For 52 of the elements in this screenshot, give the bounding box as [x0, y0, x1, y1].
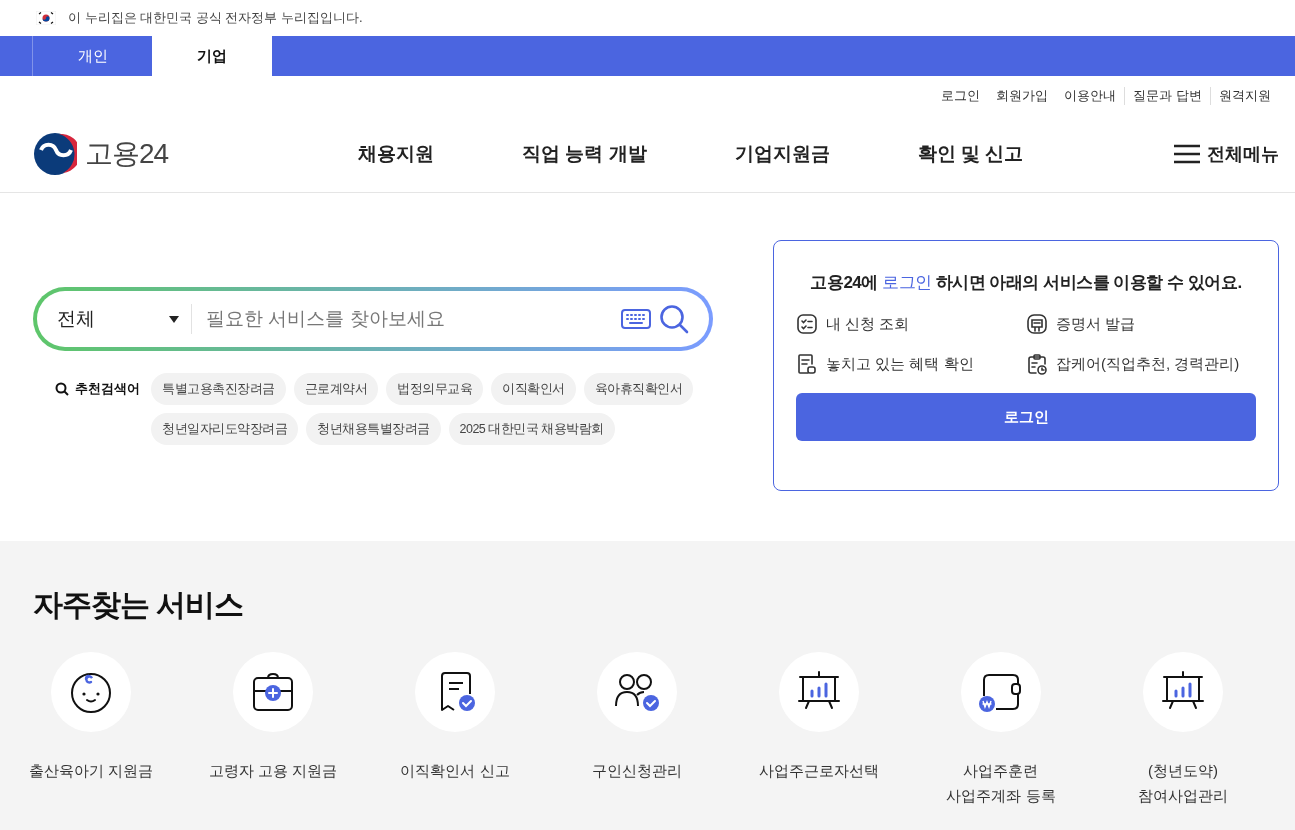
nav-link[interactable]: 확인 및 신고 — [917, 141, 1024, 167]
site-tab[interactable]: 기업 — [152, 36, 272, 76]
keyword-chip[interactable]: 이직확인서 — [491, 373, 576, 405]
menu-icon — [1173, 144, 1201, 164]
service-label[interactable]: 고령자 고용 지원금 — [208, 758, 338, 783]
utility-link[interactable]: 원격지원 — [1210, 87, 1279, 105]
service-label[interactable]: 사업주근로자선택 — [759, 758, 879, 783]
search-icon — [55, 382, 69, 396]
keyboard-icon[interactable] — [621, 309, 651, 329]
flag-icon — [36, 11, 56, 25]
baby-face-icon — [69, 670, 113, 714]
utility-link[interactable]: 로그인 — [933, 87, 989, 105]
feature-label: 증명서 발급 — [1056, 314, 1136, 334]
nav-link[interactable]: 기업지원금 — [734, 141, 830, 167]
keyword-chip[interactable]: 청년일자리도약장려금 — [151, 413, 298, 445]
checklist-icon — [796, 313, 818, 335]
search-icon[interactable] — [659, 304, 689, 334]
gov-banner-text: 이 누리집은 대한민국 공식 전자정부 누리집입니다. — [68, 9, 363, 27]
keyword-chip[interactable]: 육아휴직확인서 — [583, 373, 693, 405]
keyword-chip[interactable]: 특별고용촉진장려금 — [151, 373, 286, 405]
logo-icon[interactable] — [33, 132, 77, 176]
keyword-chip[interactable]: 법정의무교육 — [386, 373, 483, 405]
category-dropdown[interactable]: 전체 — [57, 304, 192, 334]
nav-link[interactable]: 채용지원 — [358, 141, 434, 167]
clipboard-clock-icon — [1026, 353, 1048, 375]
keyword-chip[interactable]: 청년채용특별장려금 — [306, 413, 441, 445]
login-link[interactable]: 로그인 — [882, 273, 932, 292]
section-title: 자주찾는 서비스 — [33, 587, 245, 623]
briefcase-plus-icon — [251, 670, 295, 714]
service-label[interactable]: 사업주훈련 사업주계좌 등록 — [946, 758, 1056, 808]
utility-link[interactable]: 이용안내 — [1056, 87, 1125, 105]
service-label[interactable]: 출산육아기 지원금 — [28, 758, 154, 783]
login-button[interactable]: 로그인 — [796, 393, 1256, 441]
service-label[interactable]: 이직확인서 신고 — [400, 758, 510, 783]
feature-label: 놓치고 있는 혜택 확인 — [826, 354, 974, 374]
keyword-chip[interactable]: 근로계약서 — [293, 373, 378, 405]
utility-link[interactable]: 질문과 답변 — [1124, 87, 1210, 105]
login-prompt: 고용24에 로그인 하시면 아래의 서비스를 이용할 수 있어요. — [809, 272, 1243, 294]
all-menu-button[interactable]: 전체메뉴 — [1173, 142, 1279, 166]
search-field[interactable]: 필요한 서비스를 찾아보세요 — [192, 307, 621, 331]
caret-icon — [169, 315, 179, 323]
feature-label: 내 신청 조회 — [826, 314, 910, 334]
keyword-chip[interactable]: 2025 대한민국 채용박람회 — [448, 413, 615, 445]
nav-link[interactable]: 직업 능력 개발 — [522, 141, 647, 167]
recommended-label: 추천검색어 — [75, 380, 140, 398]
utility-link[interactable]: 회원가입 — [988, 87, 1057, 105]
feature-label: 잡케어(직업추천, 경력관리) — [1056, 354, 1240, 374]
service-label[interactable]: (청년도약) 참여사업관리 — [1138, 758, 1228, 808]
service-label[interactable]: 구인신청관리 — [592, 758, 682, 783]
certificate-icon — [1026, 313, 1048, 335]
receipt-icon — [796, 353, 818, 375]
logo-text[interactable]: 고용24 — [85, 135, 169, 173]
